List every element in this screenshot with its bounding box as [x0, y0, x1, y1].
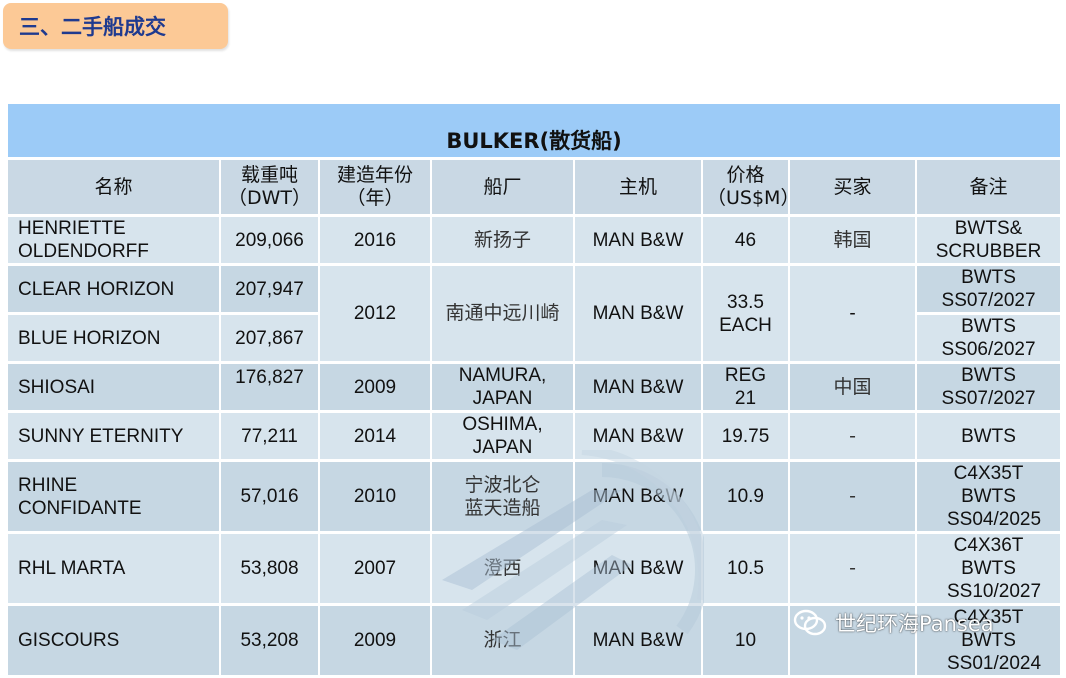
cell-remarks: BWTS& SCRUBBER	[917, 217, 1063, 266]
cell-engine: MAN B&W	[575, 217, 703, 266]
table-row: SHIOSAI 176,827 2009 NAMURA, JAPAN MAN B…	[8, 364, 1063, 413]
cell-engine: MAN B&W	[575, 534, 703, 606]
cell-name: BLUE HORIZON	[8, 315, 221, 364]
cell-price: 46	[703, 217, 790, 266]
cell-yard: 澄西	[432, 534, 575, 606]
header-price: 价格 （US$M）	[703, 160, 799, 217]
cell-dwt: 77,211	[221, 413, 320, 462]
table-title: BULKER(散货船)	[8, 104, 1063, 160]
table-row: RHL MARTA 53,808 2007 澄西 MAN B&W 10.5 - …	[8, 534, 1063, 606]
cell-name: SUNNY ETERNITY	[8, 413, 221, 462]
cell-price: 10.5	[703, 534, 790, 606]
cell-name: CLEAR HORIZON	[8, 266, 221, 315]
cell-dwt: 207,947	[221, 266, 320, 315]
cell-buyer: -	[790, 462, 917, 534]
cell-engine: MAN B&W	[575, 413, 703, 462]
table-row: RHINE CONFIDANTE 57,016 2010 宁波北仑 蓝天造船 M…	[8, 462, 1063, 534]
table-row: CLEAR HORIZON 207,947 2012 南通中远川崎 MAN B&…	[8, 266, 1063, 364]
cell-name: RHINE CONFIDANTE	[8, 462, 221, 534]
cell-engine: MAN B&W	[575, 606, 703, 678]
cell-dwt: 53,808	[221, 534, 320, 606]
header-built: 建造年份 （年）	[320, 160, 432, 217]
cell-built: 2014	[320, 413, 432, 462]
header-dwt-text: 载重吨 （DWT）	[227, 164, 312, 209]
cell-price: 33.5 EACH	[703, 266, 790, 364]
cell-price: 19.75	[703, 413, 790, 462]
table-row: HENRIETTE OLDENDORFF 209,066 2016 新扬子 MA…	[8, 217, 1063, 266]
cell-name: RHL MARTA	[8, 534, 221, 606]
cell-name: GISCOURS	[8, 606, 221, 678]
section-title: 三、二手船成交	[3, 3, 228, 49]
wechat-watermark: 世纪环海Pansea	[793, 608, 994, 638]
cell-yard: 新扬子	[432, 217, 575, 266]
cell-dwt: 176,827	[221, 364, 320, 413]
header-yard: 船厂	[432, 160, 575, 217]
cell-price: 10	[703, 606, 790, 678]
header-engine: 主机	[575, 160, 703, 217]
cell-buyer: 韩国	[790, 217, 917, 266]
cell-buyer: -	[790, 413, 917, 462]
cell-buyer: 中国	[790, 364, 917, 413]
cell-remarks: C4X35T BWTS SS04/2025	[917, 462, 1063, 534]
cell-yard: OSHIMA, JAPAN	[432, 413, 575, 462]
cell-yard: 宁波北仑 蓝天造船	[432, 462, 575, 534]
cell-remarks: BWTS	[917, 413, 1063, 462]
cell-yard: NAMURA, JAPAN	[432, 364, 575, 413]
cell-engine: MAN B&W	[575, 364, 703, 413]
bulker-table: BULKER(散货船) 名称 载重吨 （DWT） 建造年份 （年） 船厂 主机 …	[8, 104, 1063, 678]
cell-built: 2007	[320, 534, 432, 606]
cell-dwt: 57,016	[221, 462, 320, 534]
header-buyer: 买家	[790, 160, 917, 217]
cell-remarks: BWTS SS07/2027	[917, 364, 1063, 413]
cell-yard: 南通中远川崎	[432, 266, 575, 364]
cell-price: REG 21	[703, 364, 790, 413]
cell-built: 2016	[320, 217, 432, 266]
cell-built: 2009	[320, 364, 432, 413]
header-remarks: 备注	[917, 160, 1063, 217]
cell-yard: 浙江	[432, 606, 575, 678]
cell-buyer: -	[790, 266, 917, 364]
cell-engine: MAN B&W	[575, 266, 703, 364]
cell-built: 2010	[320, 462, 432, 534]
header-built-text: 建造年份 （年）	[336, 164, 413, 209]
cell-price: 10.9	[703, 462, 790, 534]
cell-dwt: 209,066	[221, 217, 320, 266]
header-name: 名称	[8, 160, 221, 217]
cell-name: SHIOSAI	[8, 364, 221, 413]
cell-engine: MAN B&W	[575, 462, 703, 534]
cell-buyer: -	[790, 534, 917, 606]
cell-name: HENRIETTE OLDENDORFF	[8, 217, 221, 266]
wechat-icon	[793, 609, 827, 636]
header-dwt: 载重吨 （DWT）	[221, 160, 320, 217]
table-row: SUNNY ETERNITY 77,211 2014 OSHIMA, JAPAN…	[8, 413, 1063, 462]
cell-remarks: BWTS SS06/2027	[917, 315, 1063, 364]
cell-remarks: C4X36T BWTS SS10/2027	[917, 534, 1063, 606]
cell-dwt: 53,208	[221, 606, 320, 678]
wechat-account-name: 世纪环海Pansea	[835, 612, 994, 636]
header-price-text: 价格 （US$M）	[707, 164, 800, 209]
cell-built: 2012	[320, 266, 432, 364]
cell-remarks: BWTS SS07/2027	[917, 266, 1063, 315]
cell-built: 2009	[320, 606, 432, 678]
cell-dwt: 207,867	[221, 315, 320, 364]
